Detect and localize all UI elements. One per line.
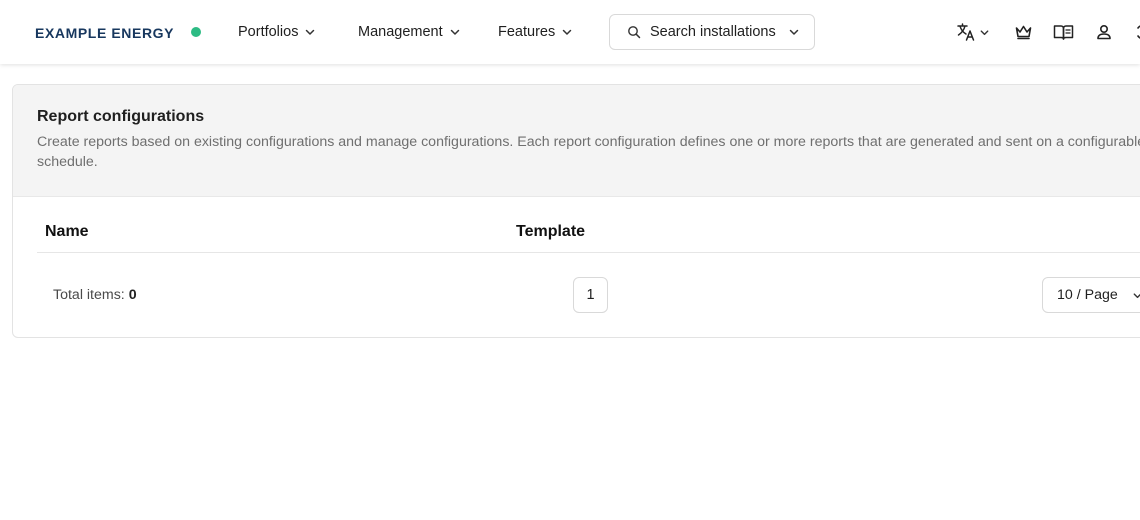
page-size-value: 10 / Page [1057,287,1118,303]
nav-features[interactable]: Features [498,21,573,43]
top-navigation-bar: EXAMPLE ENERGY Portfolios Management Fea… [0,0,1140,64]
total-items-label: Total items: [53,287,125,303]
search-icon [628,26,641,39]
brand-logo[interactable]: EXAMPLE ENERGY [35,25,174,41]
chevron-down-icon [306,29,315,35]
premium-button[interactable] [1014,22,1033,42]
status-indicator [191,27,201,37]
language-selector[interactable] [956,22,990,42]
search-installations-input[interactable]: Search installations [609,14,815,50]
total-items: Total items: 0 [53,287,137,303]
total-items-value: 0 [128,287,137,303]
nav-management-label: Management [358,24,443,40]
pagination-page-button[interactable]: 1 [573,277,608,313]
search-placeholder: Search installations [650,24,776,40]
user-icon [1097,24,1111,40]
user-account-button[interactable] [1096,22,1112,42]
table-header-divider [37,252,1140,253]
chevron-down-icon [450,29,459,35]
page-title: Report configurations [37,108,205,125]
nav-portfolios-label: Portfolios [238,24,299,40]
crown-icon [1015,25,1032,40]
documentation-button[interactable] [1053,22,1074,42]
chevron-down-icon [562,29,572,35]
page-size-select[interactable]: 10 / Page [1042,277,1140,313]
report-configurations-card: Report configurations Create reports bas… [12,84,1140,338]
column-header-name[interactable]: Name [45,223,89,241]
chevron-down-icon [789,29,798,35]
chevron-down-icon [980,29,989,35]
nav-management[interactable]: Management [358,21,461,43]
nav-portfolios[interactable]: Portfolios [238,21,316,43]
page-description: Create reports based on existing configu… [37,134,1140,170]
translate-icon [957,23,975,41]
card-header: Report configurations Create reports bas… [13,85,1140,197]
settings-icon [1137,25,1140,39]
chevron-down-icon [1133,292,1140,298]
column-header-template[interactable]: Template [516,223,585,241]
settings-button[interactable] [1133,22,1140,42]
book-icon [1053,25,1074,40]
nav-features-label: Features [498,24,556,40]
